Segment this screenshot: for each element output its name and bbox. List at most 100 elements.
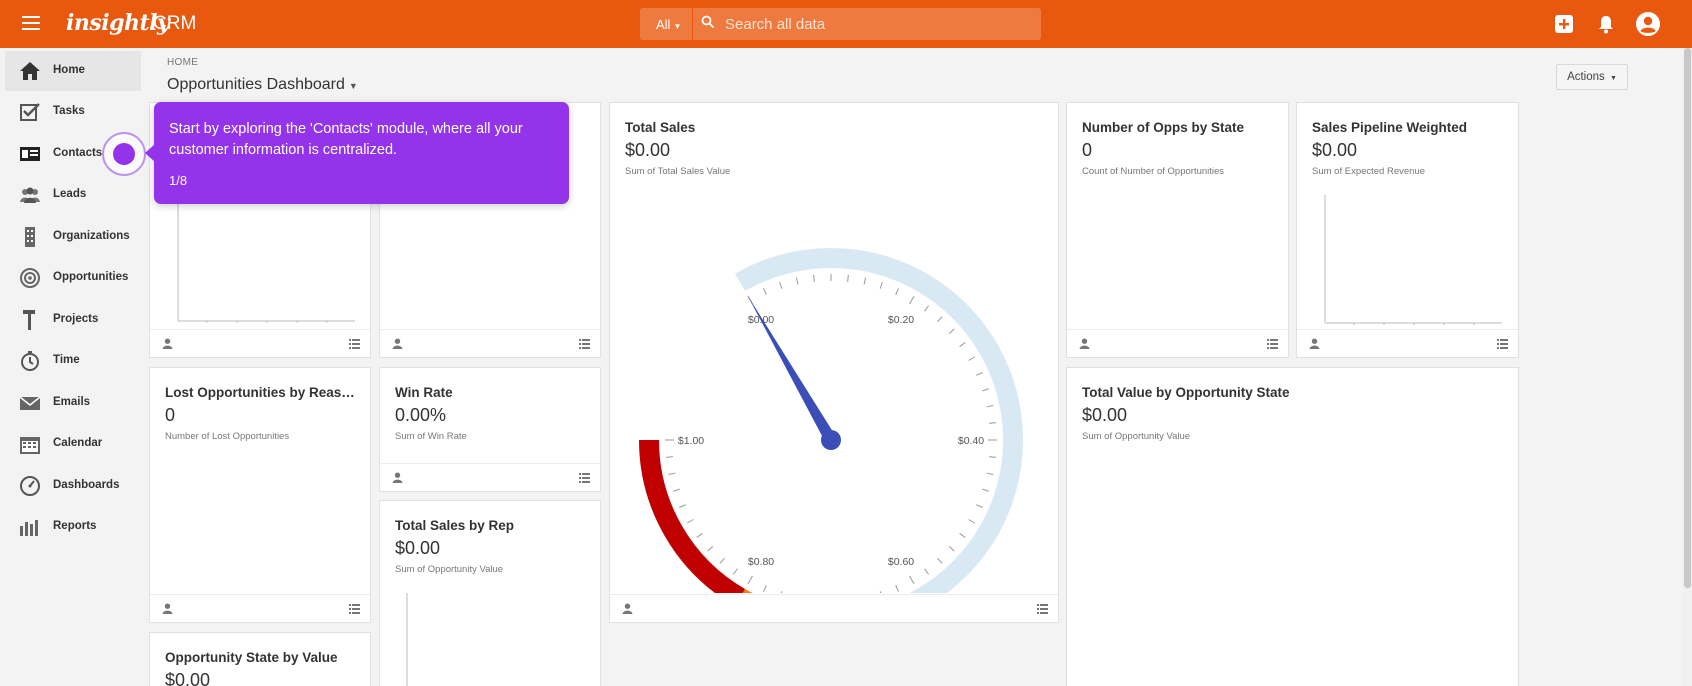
sidebar-item-leads[interactable]: Leads [5, 175, 141, 215]
list-icon[interactable] [579, 339, 590, 349]
gauge-tick [879, 281, 883, 289]
emails-icon [19, 396, 41, 410]
search-input[interactable]: Search all data [693, 8, 1041, 40]
gauge-tick [968, 356, 976, 361]
win-rate-card: Win Rate 0.00% Sum of Win Rate [379, 367, 601, 492]
add-icon[interactable] [1553, 13, 1575, 35]
sidebar-item-projects[interactable]: Projects [5, 300, 141, 340]
card-value: $0.00 [1312, 140, 1358, 160]
list-icon[interactable] [349, 339, 360, 349]
gauge-tick [937, 316, 943, 323]
tour-tooltip[interactable]: Start by exploring the 'Contacts' module… [145, 102, 569, 204]
sidebar-item-emails[interactable]: Emails [5, 383, 141, 423]
gauge-tick [959, 533, 966, 538]
sidebar-item-time[interactable]: Time [5, 341, 141, 381]
gauge-tick [909, 575, 915, 585]
menu-icon[interactable] [22, 16, 40, 30]
gauge-band-base [735, 248, 1023, 593]
reports-icon [20, 520, 38, 536]
gauge-tick [733, 568, 738, 575]
account-icon[interactable] [1635, 11, 1661, 37]
sidebar-item-organizations[interactable]: Organizations [5, 217, 141, 257]
user-icon[interactable] [392, 472, 403, 483]
card-value: 0 [165, 405, 176, 425]
contacts-icon [20, 147, 40, 161]
sidebar-item-reports[interactable]: Reports [5, 507, 141, 547]
calendar-icon [20, 437, 40, 454]
gauge-tick [863, 277, 867, 285]
page-scrollbar[interactable] [1683, 48, 1692, 686]
card-title[interactable]: Lost Opportunities by Reason [165, 385, 355, 400]
sidebar-item-dashboards[interactable]: Dashboards [5, 466, 141, 506]
opportunities-icon [20, 268, 40, 288]
tooltip-message: Start by exploring the 'Contacts' module… [169, 121, 523, 158]
gauge-tick [986, 404, 994, 408]
card-subtitle: Count of Number of Opportunities [1082, 166, 1225, 177]
gauge-tick [747, 575, 753, 585]
card-title[interactable]: Opportunity State by Value [165, 650, 338, 665]
user-icon[interactable] [162, 338, 173, 349]
card-title[interactable]: Sales Pipeline Weighted [1312, 120, 1467, 135]
gauge-tick-label: $0.80 [748, 556, 774, 568]
sidebar-item-tasks[interactable]: Tasks [5, 92, 141, 132]
search-scope-dropdown[interactable]: All ▼ [640, 8, 692, 40]
card-value: 0.00% [395, 405, 447, 425]
actions-label: Actions [1567, 71, 1605, 83]
gauge-tick [763, 288, 767, 295]
user-icon[interactable] [1309, 338, 1320, 349]
gauge-tick [937, 557, 943, 564]
list-icon[interactable] [1037, 604, 1048, 614]
sidebar-item-opportunities[interactable]: Opportunities [5, 258, 141, 298]
product-name: CRM [153, 13, 197, 34]
card-subtitle: Sum of Opportunity Value [395, 564, 504, 575]
top-bar: insightly CRM All ▼ Search all data [0, 0, 1692, 48]
sidebar-item-label: Dashboards [53, 479, 120, 491]
gauge-tick [895, 585, 899, 592]
gauge-tick [686, 519, 694, 524]
actions-button[interactable]: Actions ▼ [1556, 64, 1628, 90]
sidebar-item-label: Reports [53, 520, 97, 532]
list-icon[interactable] [349, 604, 360, 614]
card-footer [150, 329, 370, 357]
sidebar-item-home[interactable]: Home [5, 51, 141, 91]
user-icon[interactable] [392, 338, 403, 349]
user-icon[interactable] [162, 603, 173, 614]
notification-bell-icon[interactable] [1595, 13, 1617, 35]
card-title[interactable]: Number of Opps by State [1082, 120, 1244, 135]
card-title[interactable]: Win Rate [395, 385, 453, 400]
opps-by-state-card: Number of Opps by State 0 Count of Numbe… [1066, 102, 1289, 358]
breadcrumb[interactable]: HOME [167, 57, 198, 68]
card-subtitle: Sum of Win Rate [395, 431, 467, 442]
gauge-tick [795, 277, 799, 285]
sidebar-item-label: Organizations [53, 230, 130, 242]
chart-axes [1324, 195, 1502, 325]
gauge-tick-label: $0.40 [958, 435, 984, 447]
user-icon[interactable] [1079, 338, 1090, 349]
gauge-chart[interactable]: $0.00$0.20$0.40$0.60$0.80$1.00 [610, 103, 1060, 593]
sidebar-item-label: Leads [53, 188, 87, 200]
gauge-tick-label: $0.20 [888, 314, 914, 326]
gauge-hub [821, 430, 841, 450]
chart-axes [177, 193, 355, 323]
gauge-tick [879, 591, 882, 593]
card-title[interactable]: Total Value by Opportunity State [1082, 385, 1290, 400]
caret-down-icon: ▼ [1609, 75, 1617, 82]
tour-hotspot[interactable] [113, 143, 135, 165]
gauge-tick [895, 288, 899, 295]
card-title[interactable]: Total Sales by Rep [395, 518, 514, 533]
list-icon[interactable] [1267, 339, 1278, 349]
search-icon [701, 15, 715, 29]
scrollbar-thumb[interactable] [1684, 48, 1691, 588]
dashboard-selector[interactable]: Opportunities Dashboard ▼ [167, 76, 358, 94]
caret-down-icon: ▼ [348, 81, 358, 91]
card-value: $0.00 [165, 670, 211, 686]
sidebar-item-label: Calendar [53, 437, 103, 449]
list-icon[interactable] [1497, 339, 1508, 349]
projects-icon [23, 310, 35, 330]
gauge-tick [924, 305, 929, 312]
card-footer [1297, 329, 1518, 357]
sidebar-item-calendar[interactable]: Calendar [5, 424, 141, 464]
list-icon[interactable] [579, 473, 590, 483]
user-icon[interactable] [622, 603, 633, 614]
gauge-tick [668, 472, 676, 476]
